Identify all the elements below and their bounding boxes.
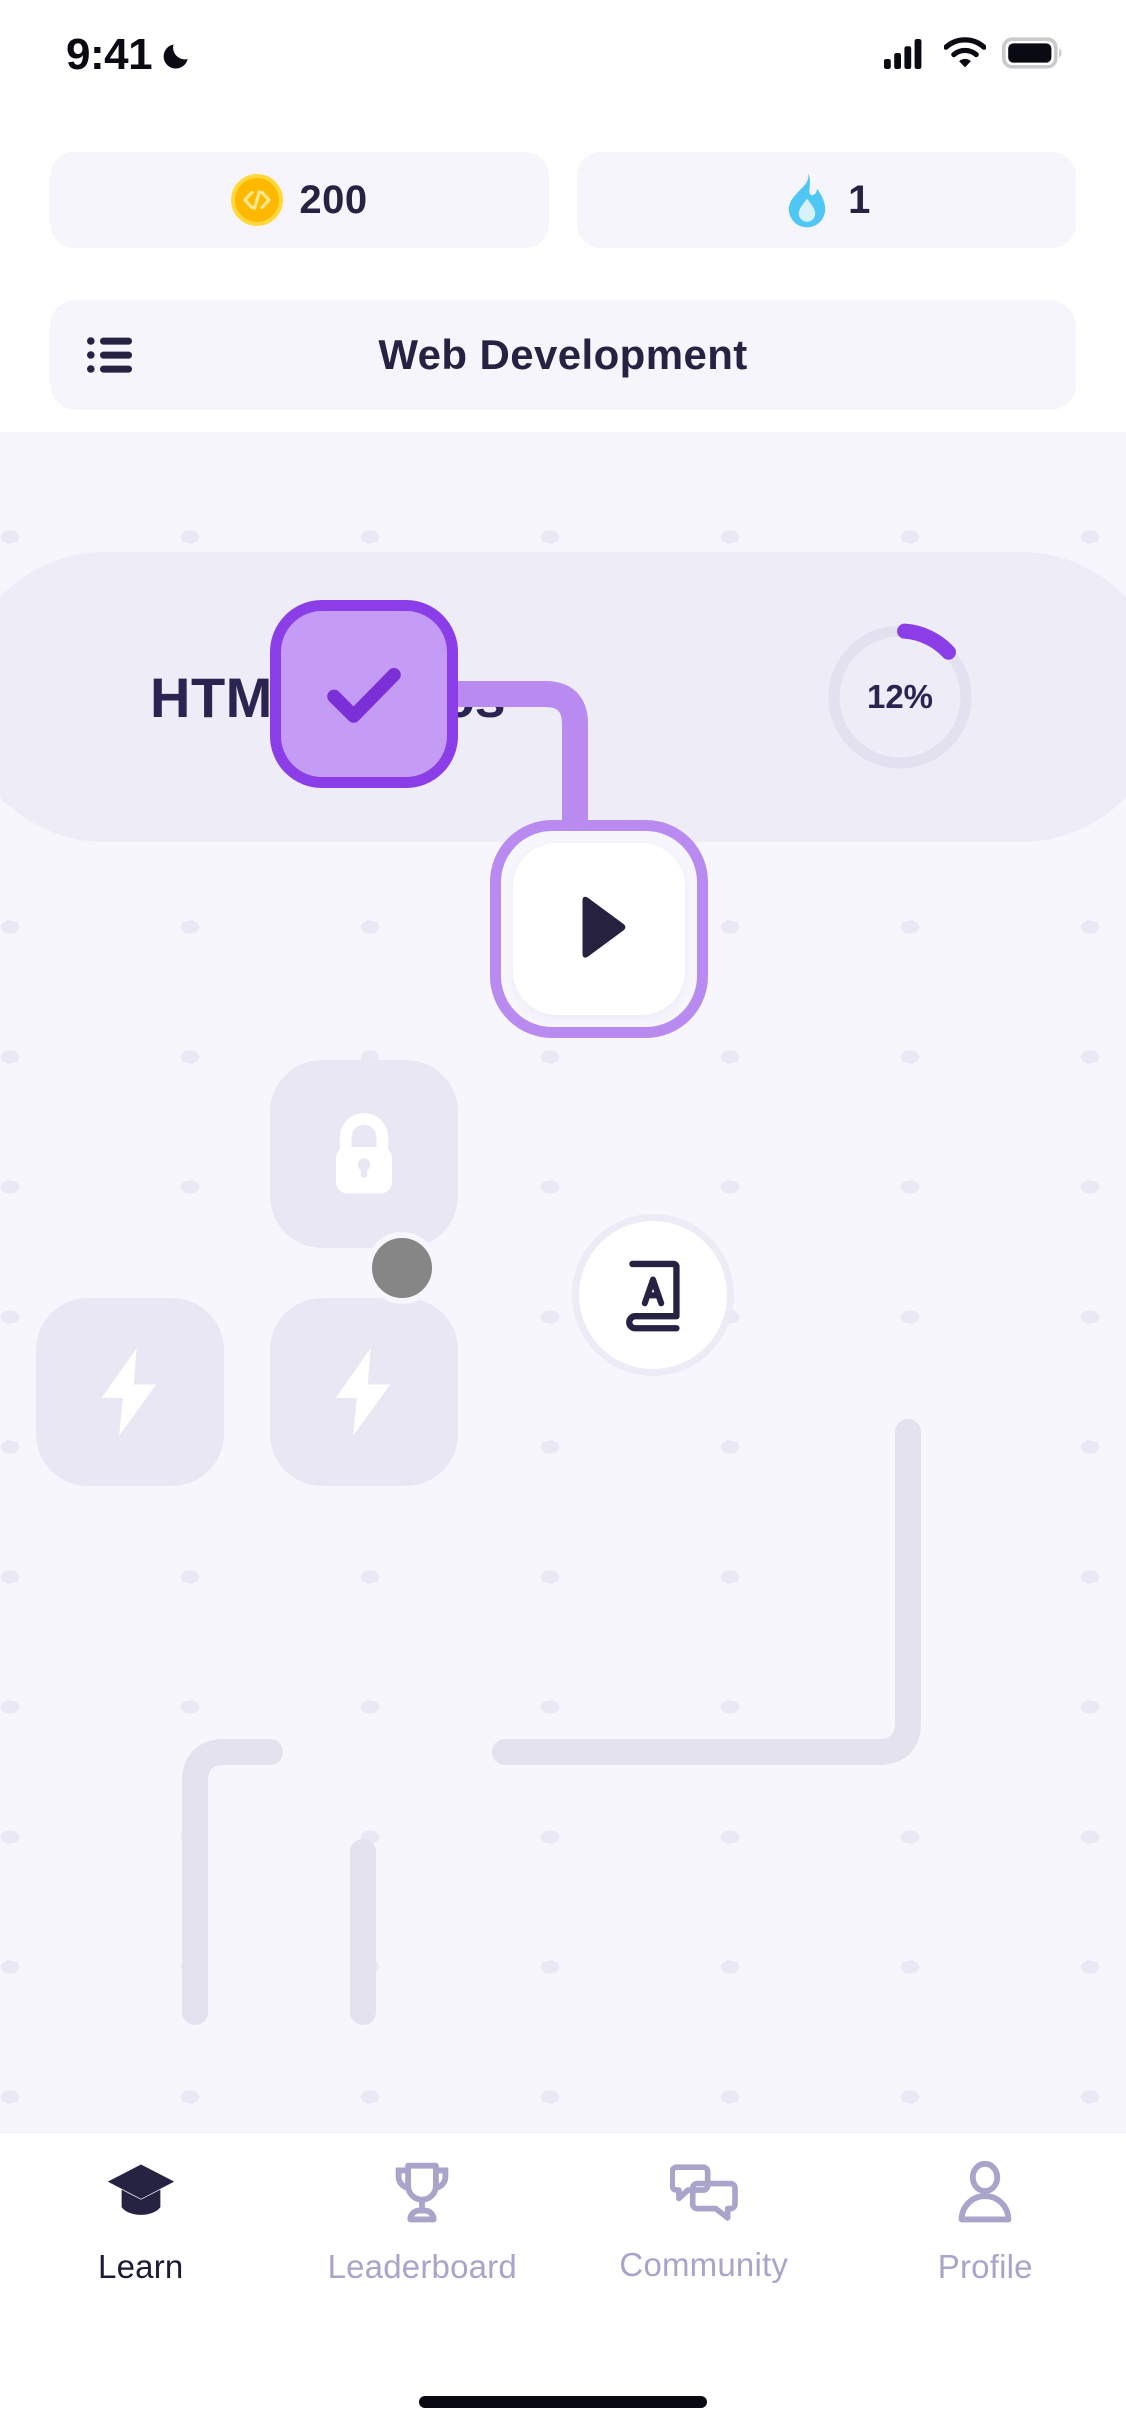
chat-bubbles-icon	[669, 2161, 738, 2228]
status-bar-time: 9:41	[66, 30, 153, 79]
course-header-bar[interactable]: Web Development	[50, 300, 1076, 410]
streak-chip[interactable]: 1	[577, 152, 1076, 248]
trophy-icon	[388, 2161, 456, 2230]
person-icon	[954, 2160, 1016, 2230]
list-menu-icon[interactable]	[86, 335, 134, 375]
bottom-tab-bar: Learn Leaderboard Community Profile	[0, 2132, 1126, 2436]
course-title: Web Development	[378, 331, 748, 378]
tab-profile-label: Profile	[937, 2248, 1033, 2285]
home-indicator	[419, 2396, 707, 2408]
tab-learn-label: Learn	[98, 2248, 184, 2285]
coins-value: 200	[299, 177, 368, 222]
learning-path-canvas: HTML Basics 12%	[0, 432, 1126, 2132]
lesson-node-locked-1[interactable]	[270, 1060, 458, 1248]
code-coin-icon	[231, 174, 284, 226]
dictionary-book-icon	[626, 1260, 680, 1332]
tab-leaderboard[interactable]: Leaderboard	[282, 2161, 564, 2286]
dictionary-button[interactable]	[572, 1214, 734, 1376]
tab-community[interactable]: Community	[563, 2161, 845, 2284]
tab-profile[interactable]: Profile	[845, 2160, 1126, 2286]
lesson-node-locked-3[interactable]	[270, 1298, 458, 1486]
wifi-icon	[943, 36, 987, 74]
lesson-node-locked-2[interactable]	[36, 1298, 224, 1486]
tab-learn[interactable]: Learn	[0, 2161, 282, 2286]
coins-chip[interactable]: 200	[50, 152, 549, 248]
lightning-bolt-icon	[335, 1348, 391, 1436]
graduation-cap-icon	[105, 2161, 177, 2230]
flame-icon	[782, 172, 832, 228]
cellular-signal-icon	[884, 37, 928, 74]
tab-leaderboard-label: Leaderboard	[327, 2248, 517, 2285]
lightning-bolt-icon	[101, 1348, 157, 1436]
lesson-node-current[interactable]	[490, 820, 708, 1038]
status-bar: 9:41	[0, 0, 1126, 110]
stats-row: 200 1	[0, 152, 1126, 248]
play-icon	[582, 896, 626, 958]
check-icon	[327, 668, 401, 723]
streak-value: 1	[848, 177, 871, 222]
lesson-node-completed[interactable]	[270, 600, 458, 788]
tab-community-label: Community	[619, 2246, 789, 2283]
cursor-dot	[366, 1232, 438, 1304]
lock-icon	[336, 1113, 392, 1194]
crescent-moon-icon	[162, 40, 192, 70]
battery-full-icon	[1001, 36, 1064, 74]
path-connectors	[182, 681, 921, 2025]
